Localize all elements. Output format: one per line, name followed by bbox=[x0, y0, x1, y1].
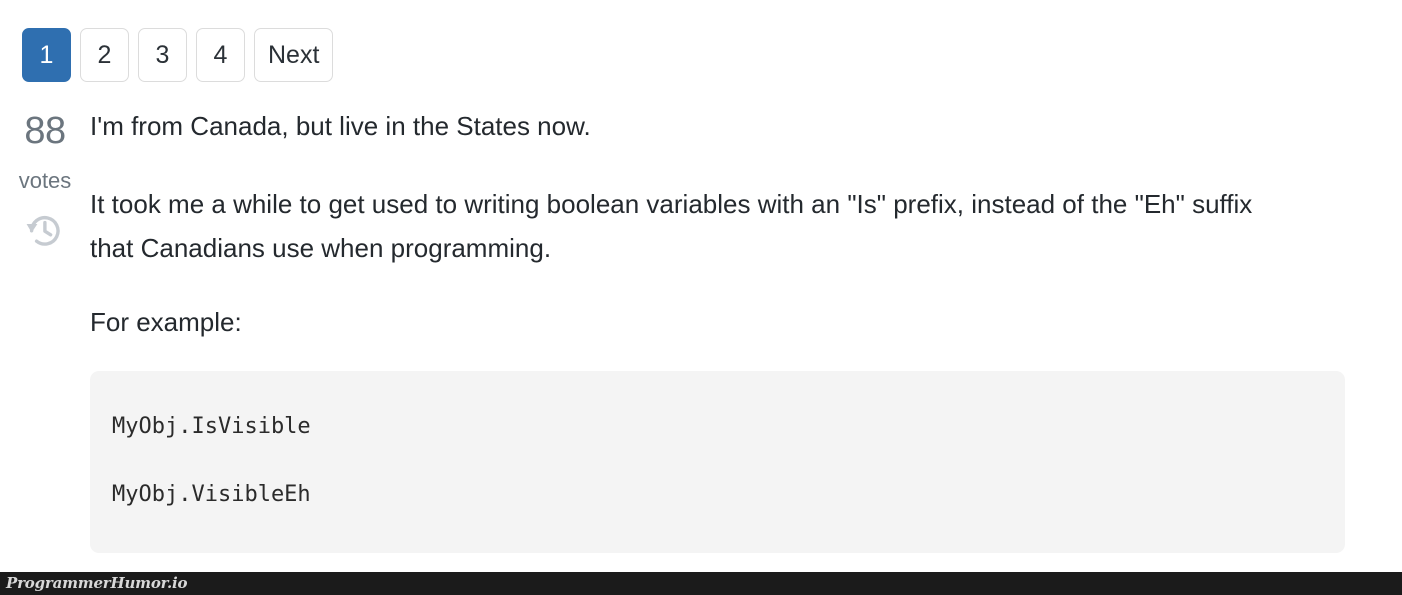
pagination: 1 2 3 4 Next bbox=[22, 28, 334, 82]
vote-label: votes bbox=[18, 168, 72, 193]
code-block: MyObj.IsVisible MyObj.VisibleEh bbox=[90, 371, 1345, 553]
code-line-1: MyObj.IsVisible bbox=[112, 414, 311, 439]
footer-watermark-bar: ProgrammerHumor.io bbox=[0, 572, 1402, 595]
pagination-page-2[interactable]: 2 bbox=[80, 28, 129, 82]
pagination-page-3[interactable]: 3 bbox=[138, 28, 187, 82]
history-icon[interactable] bbox=[0, 210, 90, 252]
post-content: I'm from Canada, but live in the States … bbox=[90, 104, 1402, 553]
paragraph-body: It took me a while to get used to writin… bbox=[90, 189, 1253, 263]
pagination-page-4[interactable]: 4 bbox=[196, 28, 245, 82]
code-line-2: MyObj.VisibleEh bbox=[112, 482, 311, 507]
post-answer: 88 votes I'm from Canada, but live in th… bbox=[0, 104, 1402, 553]
paragraph-example: For example: bbox=[90, 307, 242, 337]
vote-count: 88 bbox=[24, 110, 66, 152]
paragraph-intro: I'm from Canada, but live in the States … bbox=[90, 111, 591, 141]
pagination-page-1[interactable]: 1 bbox=[22, 28, 71, 82]
pagination-next-button[interactable]: Next bbox=[254, 28, 334, 82]
vote-box: 88 votes bbox=[0, 104, 90, 252]
watermark-text: ProgrammerHumor.io bbox=[6, 574, 188, 592]
